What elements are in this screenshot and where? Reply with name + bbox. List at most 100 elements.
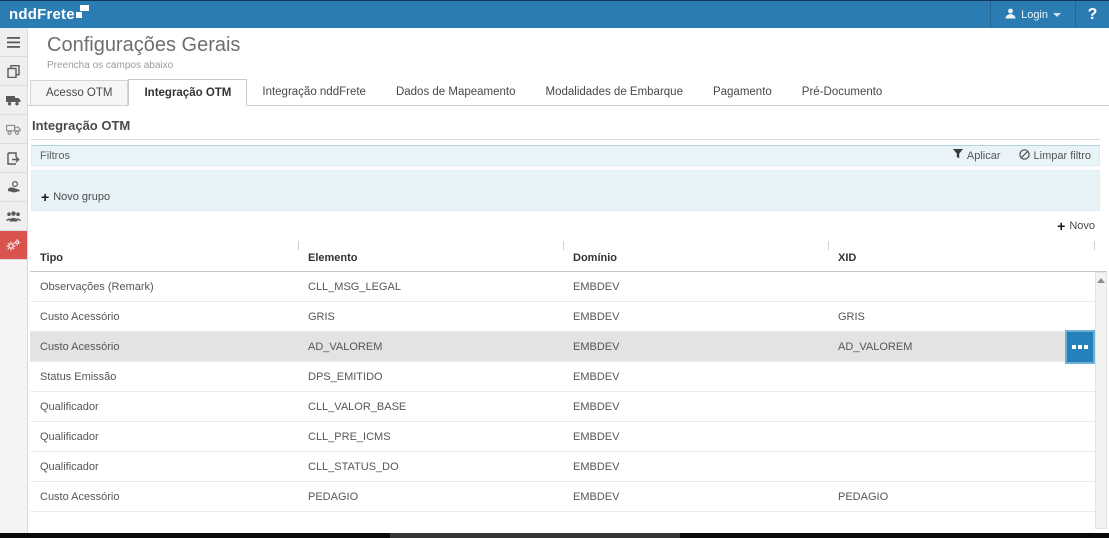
page-title: Configurações Gerais [47, 34, 1109, 57]
table-row-selected[interactable]: Custo Acessório AD_VALOREM EMBDEV AD_VAL… [30, 332, 1095, 362]
tab-dados-de-mapeamento[interactable]: Dados de Mapeamento [381, 80, 531, 105]
column-header-tipo[interactable]: Tipo [30, 241, 298, 271]
cell-xid: AD_VALOREM [828, 332, 1095, 361]
table-row[interactable]: Custo Acessório GRIS EMBDEV GRIS [30, 302, 1095, 332]
plus-icon: + [41, 192, 49, 202]
cell-tipo: Custo Acessório [30, 332, 298, 361]
cell-elemento: DPS_EMITIDO [298, 362, 563, 391]
cell-dominio: EMBDEV [563, 362, 828, 391]
cell-xid [828, 392, 1095, 421]
table-row[interactable]: Qualificador CLL_STATUS_DO EMBDEV [30, 452, 1095, 482]
cell-tipo: Custo Acessório [30, 482, 298, 511]
cell-tipo: Status Emissão [30, 362, 298, 391]
apply-filter-button[interactable]: Aplicar [953, 149, 1001, 162]
cell-elemento: CLL_STATUS_DO [298, 452, 563, 481]
circle-slash-icon [1019, 149, 1030, 163]
horizontal-scrollbar[interactable] [0, 533, 1109, 538]
new-group-button[interactable]: + Novo grupo [41, 191, 110, 203]
sidebar-nav [0, 28, 28, 538]
top-header: nddFrete Login ? [0, 0, 1109, 28]
sidebar-item-truck-outline[interactable] [0, 115, 27, 144]
section-title: Integração OTM [32, 118, 1109, 133]
clear-filter-label: Limpar filtro [1034, 150, 1091, 162]
ellipsis-icon [1078, 345, 1082, 349]
sidebar-item-truck[interactable] [0, 86, 27, 115]
cell-tipo: Qualificador [30, 452, 298, 481]
cell-elemento: AD_VALOREM [298, 332, 563, 361]
column-header-dominio[interactable]: Domínio [563, 241, 828, 271]
cell-elemento: CLL_PRE_ICMS [298, 422, 563, 451]
cell-xid [828, 422, 1095, 451]
tab-integracao-otm[interactable]: Integração OTM [128, 79, 247, 106]
sidebar-item-documents[interactable] [0, 57, 27, 86]
tab-modalidades-de-embarque[interactable]: Modalidades de Embarque [531, 80, 698, 105]
vertical-scrollbar[interactable] [1095, 272, 1107, 529]
page-subtitle: Preencha os campos abaixo [47, 60, 1109, 71]
documents-icon [7, 65, 20, 78]
sidebar-item-users[interactable] [0, 202, 27, 231]
funnel-filter-icon [953, 149, 963, 162]
hamburger-menu-icon [7, 37, 20, 48]
app-window: nddFrete Login ? [0, 0, 1109, 538]
logo-text: nddFrete [9, 2, 75, 28]
ellipsis-icon [1084, 345, 1088, 349]
table-row[interactable]: Observações (Remark) CLL_MSG_LEGAL EMBDE… [30, 272, 1095, 302]
cell-tipo: Observações (Remark) [30, 272, 298, 301]
tab-acesso-otm[interactable]: Acesso OTM [30, 80, 128, 105]
clear-filter-button[interactable]: Limpar filtro [1019, 149, 1091, 163]
cell-xid [828, 452, 1095, 481]
column-header-elemento[interactable]: Elemento [298, 241, 563, 271]
chevron-down-icon [1053, 13, 1061, 17]
user-icon [1005, 8, 1016, 22]
apply-filter-label: Aplicar [967, 150, 1001, 162]
filter-group-panel: + Novo grupo [31, 170, 1100, 211]
cell-xid: PEDAGIO [828, 482, 1095, 511]
cell-elemento: CLL_MSG_LEGAL [298, 272, 563, 301]
section-divider [31, 139, 1100, 140]
filters-title: Filtros [40, 150, 70, 162]
cell-elemento: PEDAGIO [298, 482, 563, 511]
table-row[interactable]: Custo Acessório PEDAGIO EMBDEV PEDAGIO [30, 482, 1095, 512]
cell-dominio: EMBDEV [563, 392, 828, 421]
cell-elemento: CLL_VALOR_BASE [298, 392, 563, 421]
new-record-button[interactable]: + Novo [1057, 220, 1095, 232]
help-button[interactable]: ? [1075, 1, 1109, 28]
cell-dominio: EMBDEV [563, 302, 828, 331]
table-row[interactable]: Qualificador CLL_PRE_ICMS EMBDEV [30, 422, 1095, 452]
table-row[interactable]: Status Emissão DPS_EMITIDO EMBDEV [30, 362, 1095, 392]
cell-xid [828, 362, 1095, 391]
cell-tipo: Qualificador [30, 422, 298, 451]
tab-pagamento[interactable]: Pagamento [698, 80, 787, 105]
sidebar-item-export[interactable] [0, 144, 27, 173]
sidebar-item-hand-coin[interactable] [0, 173, 27, 202]
cell-tipo: Custo Acessório [30, 302, 298, 331]
tab-pre-documento[interactable]: Pré-Documento [787, 80, 898, 105]
row-actions-button[interactable] [1065, 330, 1095, 364]
logo-squares-icon [76, 5, 89, 23]
grid-header-row: Tipo Elemento Domínio XID [30, 241, 1107, 272]
truck-icon [6, 95, 21, 106]
grid-body: Observações (Remark) CLL_MSG_LEGAL EMBDE… [30, 272, 1095, 512]
new-record-label: Novo [1069, 220, 1095, 232]
cell-xid: GRIS [828, 302, 1095, 331]
app-logo: nddFrete [0, 2, 89, 28]
sidebar-item-menu[interactable] [0, 28, 27, 57]
table-row[interactable]: Qualificador CLL_VALOR_BASE EMBDEV [30, 392, 1095, 422]
cell-dominio: EMBDEV [563, 272, 828, 301]
new-group-label: Novo grupo [53, 191, 110, 203]
main-content: Configurações Gerais Preencha os campos … [28, 28, 1109, 538]
ellipsis-icon [1072, 345, 1076, 349]
horizontal-scrollbar-thumb[interactable] [390, 533, 680, 538]
cell-dominio: EMBDEV [563, 452, 828, 481]
plus-icon: + [1057, 221, 1065, 231]
column-header-xid[interactable]: XID [828, 241, 1107, 271]
hand-coin-icon [7, 181, 21, 193]
cell-xid [828, 272, 1095, 301]
cell-dominio: EMBDEV [563, 332, 828, 361]
gears-settings-icon [6, 239, 21, 251]
export-document-icon [7, 152, 20, 165]
tab-integracao-nddfrete[interactable]: Integração nddFrete [247, 80, 381, 105]
sidebar-item-settings[interactable] [0, 231, 27, 260]
login-button[interactable]: Login [990, 1, 1075, 28]
users-group-icon [6, 211, 21, 222]
